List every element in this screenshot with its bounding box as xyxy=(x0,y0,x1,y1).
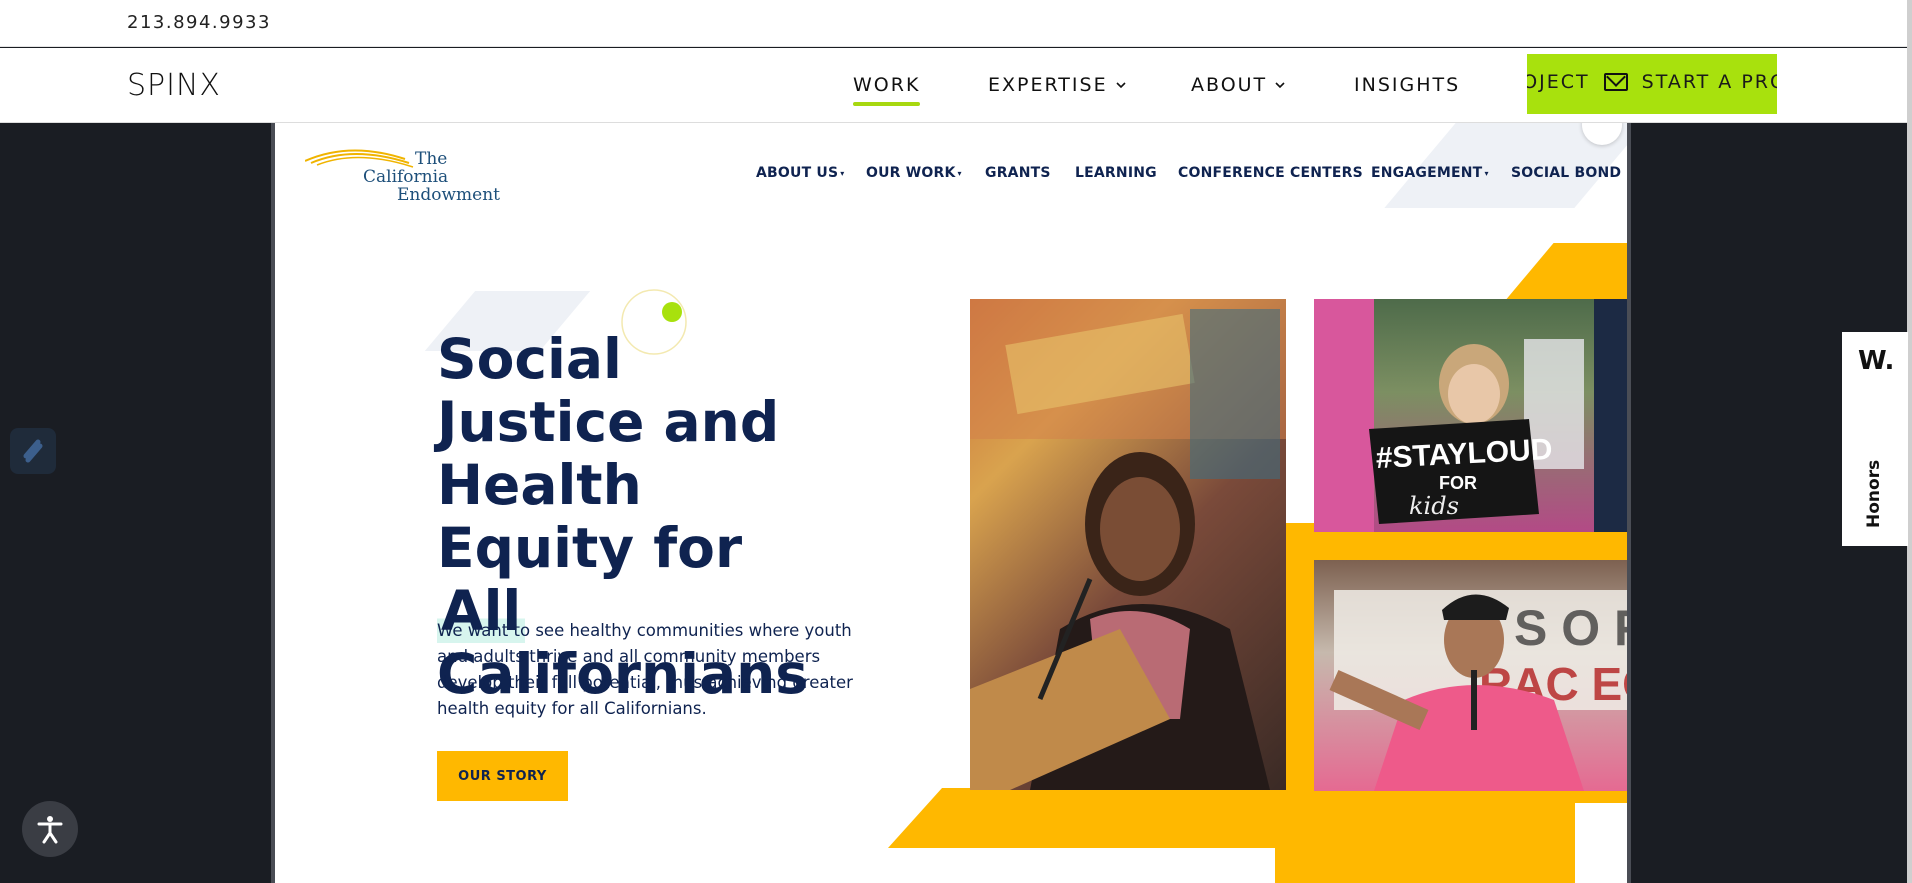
hero-description: We want to see healthy communities where… xyxy=(437,621,853,718)
logo-line-1: The xyxy=(415,149,448,169)
site-nav-label: GRANTS xyxy=(985,165,1051,181)
site-nav-grants[interactable]: GRANTS xyxy=(985,165,1051,181)
top-utility-bar: 213.894.9933 xyxy=(0,0,1907,47)
nav-work[interactable]: WORK xyxy=(853,74,921,106)
site-nav-label: SOCIAL BOND xyxy=(1511,165,1622,181)
start-project-button[interactable]: ROJECT START A PROJECT xyxy=(1527,54,1777,114)
site-nav-social-bond[interactable]: SOCIAL BOND xyxy=(1511,165,1621,181)
chevron-down-icon xyxy=(1116,81,1126,88)
stayloud-image-icon: #STAYLOUD FOR kids xyxy=(1314,299,1627,532)
nav-insights-label: INSIGHTS xyxy=(1354,74,1461,96)
dropdown-marker-icon: ▾ xyxy=(957,168,962,178)
site-nav-label: LEARNING xyxy=(1075,165,1157,181)
cta-text-tail: ROJECT xyxy=(1527,71,1590,93)
speaker-photo xyxy=(970,299,1286,790)
spinx-logo[interactable]: SPINX xyxy=(127,68,221,103)
site-nav-conference-centers[interactable]: CONFERENCE CENTERS xyxy=(1178,165,1363,181)
nav-about-label: ABOUT xyxy=(1191,74,1268,96)
nav-expertise-label: EXPERTISE xyxy=(988,74,1108,96)
dropdown-marker-icon: ▾ xyxy=(1484,168,1489,178)
chevron-down-icon xyxy=(1275,81,1285,88)
website-preview-frame: The California Endowment ABOUT US ▾ OUR W… xyxy=(271,123,1631,883)
nav-work-label: WORK xyxy=(853,74,921,96)
site-nav-learning[interactable]: LEARNING xyxy=(1075,165,1157,181)
logo-line-2: California xyxy=(363,167,449,187)
site-nav-our-work[interactable]: OUR WORK ▾ xyxy=(866,165,962,181)
speaker-image-icon xyxy=(970,299,1286,790)
rally-image-icon: S O FO RAC EQU xyxy=(1329,590,1631,791)
sign-text-3: kids xyxy=(1409,492,1459,520)
sign-text-2: FOR xyxy=(1439,473,1477,493)
site-nav-label: ABOUT US xyxy=(756,165,839,181)
spinx-mark-icon xyxy=(10,428,56,474)
site-nav-about-us[interactable]: ABOUT US ▾ xyxy=(756,165,844,181)
mail-icon xyxy=(1603,73,1628,91)
accessibility-icon xyxy=(37,816,63,844)
hero-title-part1: Social Justice and Health Equity for xyxy=(437,327,780,580)
nav-about[interactable]: ABOUT xyxy=(1191,74,1285,96)
accessibility-button[interactable] xyxy=(22,801,78,857)
frame-corner-mask xyxy=(1575,803,1627,883)
svg-text:S O FO: S O FO xyxy=(1514,600,1631,656)
honors-widget[interactable]: W. Honors xyxy=(1842,332,1908,546)
stayloud-photo: #STAYLOUD FOR kids xyxy=(1314,299,1627,532)
phone-number[interactable]: 213.894.9933 xyxy=(127,12,271,33)
honors-label: Honors xyxy=(1864,459,1884,528)
cta-label: START A PROJECT xyxy=(1641,71,1777,93)
logo-line-3: Endowment xyxy=(397,185,500,205)
site-nav-engagement[interactable]: ENGAGEMENT ▾ xyxy=(1371,165,1489,181)
our-story-button[interactable]: OUR STORY xyxy=(437,751,568,801)
site-nav-label: OUR WORK xyxy=(866,165,956,181)
awwwards-logo: W. xyxy=(1858,346,1895,376)
yellow-accent-bottom xyxy=(887,788,1603,848)
dropdown-marker-icon: ▾ xyxy=(840,168,845,178)
nav-expertise[interactable]: EXPERTISE xyxy=(988,74,1126,96)
california-endowment-logo[interactable]: The California Endowment xyxy=(305,143,500,205)
site-nav-label: CONFERENCE CENTERS xyxy=(1178,165,1363,181)
rally-speaker-photo: S O FO RAC EQU xyxy=(1314,560,1631,791)
nav-insights[interactable]: INSIGHTS xyxy=(1354,74,1460,96)
site-nav-label: ENGAGEMENT xyxy=(1371,165,1483,181)
